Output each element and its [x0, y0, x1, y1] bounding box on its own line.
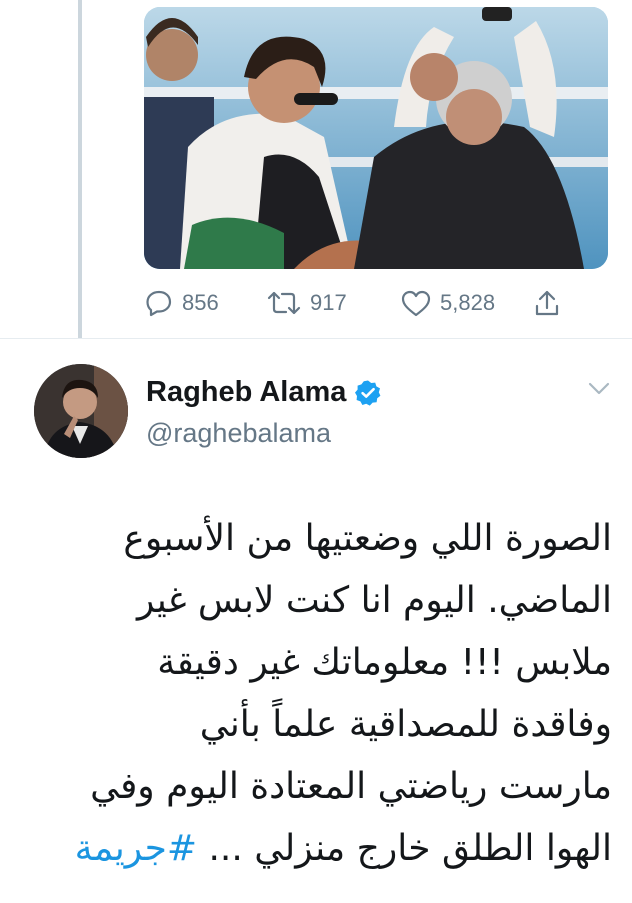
tweet-text-line: وفاقدة للمصداقية علماً بأني	[199, 704, 612, 745]
retweet-button[interactable]: 917	[266, 286, 347, 320]
reply-count: 856	[182, 290, 219, 315]
author-name[interactable]: Ragheb Alama	[146, 376, 346, 409]
reply-icon	[146, 290, 172, 317]
tweet-text-line: الماضي. اليوم انا كنت لابس غير	[136, 580, 612, 621]
like-icon	[401, 290, 431, 317]
author-handle[interactable]: @raghebalama	[146, 418, 331, 449]
chevron-down-icon[interactable]	[588, 382, 610, 396]
tweet-text-line: مارست رياضتي المعتادة اليوم وفي	[90, 766, 612, 807]
tweet-text-line: الصورة اللي وضعتيها من الأسبوع	[123, 518, 612, 559]
tweet-photo[interactable]	[144, 7, 608, 269]
like-button[interactable]: 5,828	[400, 286, 495, 320]
tweet-text: الصورة اللي وضعتيها من الأسبوع الماضي. ا…	[30, 508, 612, 880]
avatar[interactable]	[34, 364, 128, 458]
tweet-action-bar: 856 917 5,828	[144, 286, 584, 320]
avatar-image	[34, 364, 128, 458]
tweet-text-line: ملابس !!! معلوماتك غير دقيقة	[157, 642, 612, 683]
like-count: 5,828	[440, 290, 496, 315]
retweet-icon	[267, 291, 301, 315]
thread-connector-line	[78, 0, 82, 338]
retweet-count: 917	[310, 290, 347, 315]
share-icon	[535, 290, 559, 316]
tweet-photo-image	[144, 7, 608, 269]
hashtag-link[interactable]: #جريمة	[75, 828, 197, 869]
author-name-row: Ragheb Alama	[146, 376, 382, 409]
tweet-text-line: الهوا الطلق خارج منزلي ...	[208, 828, 612, 869]
share-button[interactable]	[532, 286, 562, 320]
verified-badge-icon	[355, 380, 381, 406]
tweet-text-last-line: الهوا الطلق خارج منزلي ... #جريمة	[30, 818, 612, 880]
tweet-divider	[0, 338, 632, 339]
reply-button[interactable]: 856	[144, 286, 219, 320]
